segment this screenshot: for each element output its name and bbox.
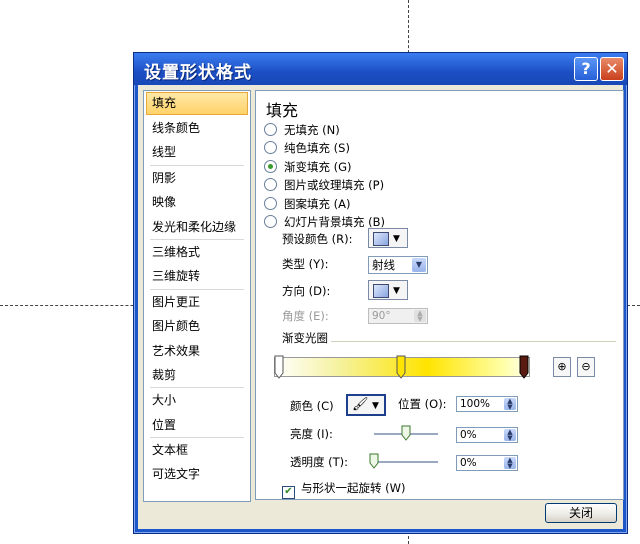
paint-bucket-icon: 🖌 [352, 397, 369, 412]
fill-option-radio[interactable]: 无填充 (N) [264, 121, 340, 139]
transparency-label: 透明度 (T): [290, 455, 349, 469]
close-button[interactable]: 关闭 [545, 503, 617, 523]
type-value: 射线 [372, 258, 395, 272]
nav-item[interactable]: 阴影 [144, 166, 250, 190]
group-divider [331, 341, 616, 342]
direction-swatch-icon [373, 284, 389, 298]
nav-item[interactable]: 位置 [144, 413, 250, 437]
nav-item[interactable]: 图片颜色 [144, 314, 250, 338]
angle-value: 90° [372, 310, 391, 322]
category-list: 填充 线条颜色 线型 阴影 映像 发光和柔化边缘 三维格式 三维旋转 图片更正 图片颜色 艺术效果裁… [143, 90, 251, 502]
spinner-arrows-icon[interactable]: ▲ ▼ [504, 457, 516, 470]
fill-option-label: 幻灯片背景填充 (B) [284, 215, 386, 229]
position-value: 100% [460, 398, 491, 410]
spinner-arrows-icon[interactable]: ▲ ▼ [504, 398, 516, 411]
fill-option-label: 图案填充 (A) [284, 196, 351, 211]
close-window-button[interactable]: ✕ [600, 57, 624, 81]
nav-item[interactable]: 发光和柔化边缘 [144, 215, 250, 239]
radio-circle-icon[interactable] [264, 178, 277, 192]
title-bar[interactable]: 设置形状格式 ? ✕ [134, 53, 627, 85]
nav-item[interactable]: 三维格式 [144, 240, 250, 264]
gradient-stop-marker[interactable] [274, 355, 284, 379]
nav-item[interactable]: 可选文字 [144, 462, 250, 486]
spinner-arrows-icon: ▲ ▼ [414, 310, 426, 323]
remove-stop-icon: ⊖ [581, 360, 591, 373]
nav-item[interactable]: 三维旋转 [144, 264, 250, 288]
dialog-title: 设置形状格式 [144, 63, 252, 83]
transparency-value: 0% [460, 457, 477, 469]
direction-button[interactable]: ▼ [368, 280, 408, 300]
fill-option-radio[interactable]: 图片或纹理填充 (P) [264, 176, 384, 194]
panel-title: 填充 [266, 101, 299, 120]
brightness-label: 亮度 (I): [290, 427, 333, 441]
fill-option-label: 无填充 (N) [284, 123, 340, 137]
nav-item[interactable]: 图片更正 [144, 290, 250, 314]
preset-swatch-icon [373, 232, 389, 246]
nav-item[interactable]: 线型 [144, 140, 250, 164]
transparency-slider-track[interactable] [374, 461, 438, 464]
dropdown-arrow-icon: ▼ [393, 286, 400, 296]
chevron-down-icon[interactable]: ▼ [412, 258, 426, 272]
nav-item[interactable]: 艺术效果 [144, 339, 250, 363]
fill-panel: 填充 无填充 (N) 纯色填充 (S) 渐变填充 (G) 图片或纹理填充 (P) 图案填… [255, 90, 624, 500]
preset-colors-button[interactable]: ▼ [368, 228, 408, 248]
nav-item[interactable]: 裁剪 [144, 363, 250, 387]
checkbox-icon[interactable]: ✔ [282, 486, 295, 499]
type-select[interactable]: 射线 ▼ [368, 256, 428, 274]
type-label: 类型 (Y): [282, 257, 329, 271]
dropdown-arrow-icon: ▼ [372, 401, 379, 411]
dialog-client: 填充 线条颜色 线型 阴影 映像 发光和柔化边缘 三维格式 三维旋转 图片更正 图片颜色 艺术效果裁… [138, 85, 624, 529]
transparency-input[interactable]: 0% ▲ ▼ [456, 455, 518, 471]
fill-option-label: 图片或纹理填充 (P) [284, 178, 385, 193]
direction-label: 方向 (D): [282, 284, 331, 298]
position-label: 位置 (O): [398, 397, 447, 411]
radio-circle-icon[interactable] [264, 215, 277, 228]
nav-item[interactable]: 填充 [146, 92, 248, 115]
spinner-arrows-icon[interactable]: ▲ ▼ [504, 429, 516, 442]
remove-stop-button[interactable]: ⊖ [577, 357, 595, 377]
angle-input: 90° ▲ ▼ [368, 308, 428, 324]
radio-circle-icon[interactable] [264, 141, 277, 155]
radio-circle-icon[interactable] [264, 159, 277, 173]
rotate-with-shape-checkbox[interactable]: ✔ 与形状一起旋转 (W) [282, 479, 406, 499]
stop-color-button[interactable]: 🖌 ▼ [346, 394, 386, 416]
position-input[interactable]: 100% ▲ ▼ [456, 396, 518, 412]
add-stop-button[interactable]: ⊕ [553, 357, 571, 377]
fill-option-radio[interactable]: 幻灯片背景填充 (B) [264, 213, 385, 231]
radio-circle-icon[interactable] [264, 123, 277, 136]
color-label: 颜色 (C) [290, 399, 334, 413]
fill-option-radio[interactable]: 渐变填充 (G) [264, 158, 352, 176]
nav-item[interactable]: 文本框 [144, 438, 250, 462]
brightness-slider-thumb[interactable] [401, 425, 411, 441]
fill-option-label: 纯色填充 (S) [284, 141, 350, 156]
gradient-stop-marker[interactable] [396, 355, 406, 379]
preset-colors-label: 预设颜色 (R): [282, 232, 353, 246]
format-shape-dialog: 设置形状格式 ? ✕ 填充 线条颜色 线型 阴影 映像 发光和柔化边缘 三维格式 三维旋转 图片… [133, 52, 628, 534]
transparency-slider-thumb[interactable] [369, 453, 379, 469]
gradient-stop-marker[interactable] [519, 355, 529, 379]
radio-circle-icon[interactable] [264, 196, 277, 210]
gradient-stops-label: 渐变光圈 [282, 331, 328, 345]
nav-item[interactable]: 大小 [144, 388, 250, 412]
rotate-with-shape-label: 与形状一起旋转 (W) [301, 481, 406, 495]
help-button[interactable]: ? [574, 57, 598, 81]
fill-option-label: 渐变填充 (G) [284, 159, 352, 174]
nav-item[interactable]: 线条颜色 [144, 116, 250, 140]
angle-label: 角度 (E): [282, 309, 329, 323]
dropdown-arrow-icon: ▼ [393, 234, 400, 244]
brightness-value: 0% [460, 429, 477, 441]
fill-option-radio[interactable]: 图案填充 (A) [264, 195, 351, 213]
nav-item[interactable]: 映像 [144, 190, 250, 214]
fill-option-radio[interactable]: 纯色填充 (S) [264, 139, 350, 157]
add-stop-icon: ⊕ [557, 360, 567, 373]
brightness-input[interactable]: 0% ▲ ▼ [456, 427, 518, 443]
